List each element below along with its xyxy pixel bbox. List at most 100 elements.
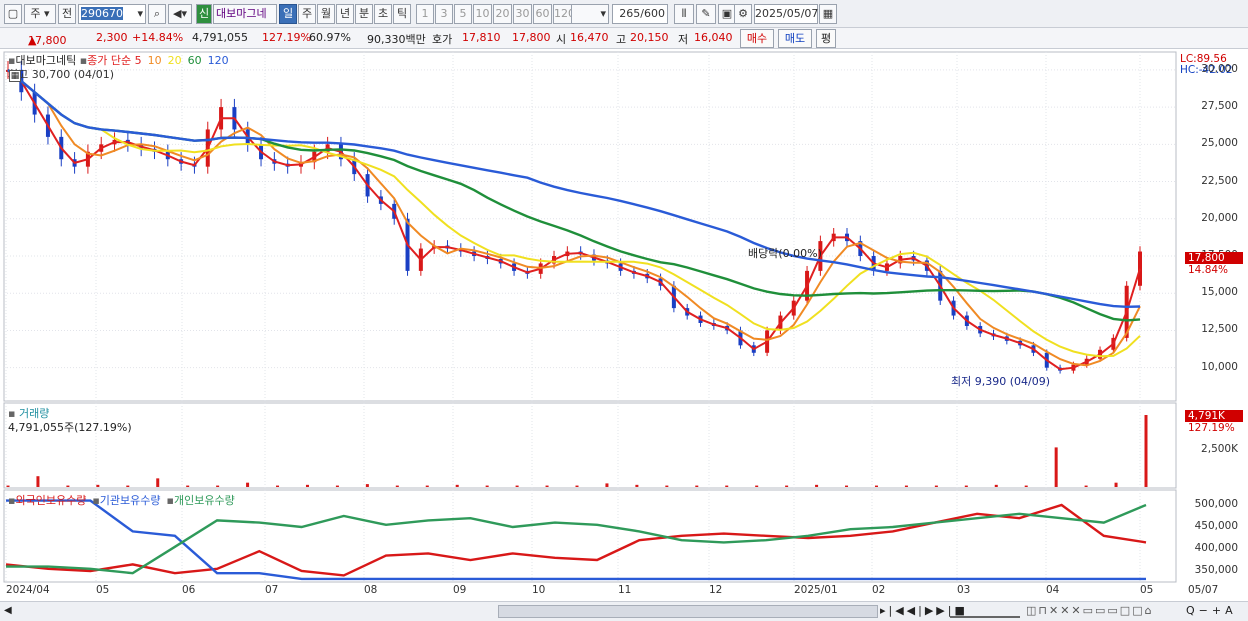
zoom-icons[interactable]: Q−+A — [1186, 604, 1237, 617]
period-tab[interactable]: 월 — [317, 4, 335, 24]
price-axis-tick: 12,500 — [1201, 323, 1238, 336]
interval-tab[interactable]: 3 — [435, 4, 453, 24]
holding-axis-tick: 500,000 — [1194, 498, 1238, 510]
ma-legend-item: 10 — [147, 54, 162, 67]
volume-bar — [665, 485, 669, 487]
grid-toggle-icon[interactable]: ▦ — [9, 70, 21, 82]
volume-bar — [1054, 447, 1058, 487]
volume-bar — [725, 485, 729, 487]
volume-bar — [934, 485, 938, 487]
ma-legend-item: 60 — [187, 54, 202, 67]
interval-tab[interactable]: 10 — [473, 4, 492, 24]
holding-axis-tick: 400,000 — [1194, 542, 1238, 554]
x-axis-label: 05 — [96, 584, 110, 596]
period-tab[interactable]: 주 — [298, 4, 316, 24]
speaker-icon[interactable]: ◀▾ — [168, 4, 192, 24]
volume-bar — [485, 485, 489, 487]
type-select-value: 주 — [30, 7, 41, 20]
volume-bar — [276, 485, 280, 487]
x-axis-label: 11 — [618, 584, 632, 596]
ask-price: 17,810 — [462, 31, 501, 44]
legend-marker-icon: ▪ — [166, 494, 174, 507]
holding-legend: ▪외국인보유수량 ▪기관보유수량 ▪개인보유수량 — [8, 492, 241, 508]
volume-bar — [455, 484, 459, 487]
price-tag: 17,800 — [1185, 252, 1243, 264]
volume-bar — [994, 484, 998, 487]
code-value: 290670 — [81, 7, 123, 20]
volume-bar — [545, 485, 549, 487]
x-axis-label: 07 — [265, 584, 279, 596]
period-tab[interactable]: 초 — [374, 4, 392, 24]
period-tab[interactable]: 일 — [279, 4, 297, 24]
x-axis-label: 12 — [709, 584, 723, 596]
pct-tag: 14.84% — [1188, 264, 1229, 276]
x-axis-label: 06 — [182, 584, 196, 596]
change-pct: +14.84% — [132, 31, 184, 44]
sell-button[interactable]: 매도 — [778, 29, 812, 48]
scroll-thumb[interactable] — [498, 605, 878, 618]
holding-legend-item: 외국인보유수량 — [15, 494, 87, 507]
holding-legend-item: 개인보유수량 — [173, 494, 235, 507]
ma-legend-item: 20 — [167, 54, 182, 67]
interval-tab[interactable]: 20 — [493, 4, 512, 24]
x-axis-label: 09 — [453, 584, 467, 596]
up-arrow-icon: ▲ — [28, 34, 37, 47]
open-price: 16,470 — [570, 31, 609, 44]
ma-legend: 5 10 20 60 120 — [135, 54, 235, 67]
volume-bar — [36, 476, 40, 487]
candle-icon[interactable]: ⫴ — [674, 4, 694, 24]
period-tab[interactable]: 틱 — [393, 4, 411, 24]
price-axis-tick: 10,000 — [1201, 360, 1238, 373]
period-tab[interactable]: 분 — [355, 4, 373, 24]
date-field[interactable]: 2025/05/07 — [754, 4, 818, 24]
scroll-left-icon[interactable]: ◀ — [4, 605, 12, 616]
tool-icons[interactable]: ◫⊓✕✕✕▭▭▭□□⌂ — [1026, 604, 1154, 617]
calendar-icon[interactable]: ▦ — [819, 4, 837, 24]
interval-tab[interactable]: 5 — [454, 4, 472, 24]
window-icon[interactable]: ▢ — [4, 4, 22, 24]
interval-tab[interactable]: 30 — [513, 4, 532, 24]
hoga-label: 호가 — [432, 33, 453, 46]
toolbar: ▢ 주 ▾ 전 290670 ▾ ⌕ ◀▾ 신 대보마그네 일주월년분초틱 13… — [0, 0, 1248, 28]
buy-button[interactable]: 매수 — [740, 29, 774, 48]
x-axis-label: 03 — [957, 584, 971, 596]
new-badge: 신 — [196, 4, 212, 24]
avg-button[interactable]: 평 — [816, 29, 836, 48]
chart-area[interactable] — [0, 50, 1248, 601]
holding-axis-tick: 350,000 — [1194, 564, 1238, 576]
code-input[interactable]: 290670 ▾ — [78, 4, 146, 24]
interval-dropdown[interactable]: ▾ — [571, 4, 609, 24]
x-axis-label: 2025/01 — [794, 584, 838, 596]
volume-bar — [755, 485, 759, 487]
bid-price: 17,800 — [512, 31, 551, 44]
volume-panel-frame — [3, 402, 1177, 489]
count-field[interactable]: 265/600 — [612, 4, 668, 24]
draw-icon[interactable]: ✎ — [696, 4, 716, 24]
volume-bar — [126, 485, 130, 487]
type-select[interactable]: 주 ▾ — [24, 4, 56, 24]
volume-bar — [815, 484, 819, 487]
volume-bar — [695, 485, 699, 487]
interval-tab[interactable]: 1 — [416, 4, 434, 24]
zoom-slider[interactable] — [950, 604, 1020, 618]
volume-bar — [96, 484, 100, 487]
price-axis-tick: 20,000 — [1201, 211, 1238, 224]
interval-tab[interactable]: 60 — [533, 4, 552, 24]
search-icon[interactable]: ⌕ — [148, 4, 166, 24]
period-tab[interactable]: 년 — [336, 4, 354, 24]
volume-bar — [515, 485, 519, 487]
count-value: 265 — [619, 7, 641, 20]
volume-bar — [335, 485, 339, 487]
open-label: 시 — [556, 33, 567, 46]
volume-bar — [425, 485, 429, 487]
gear-icon[interactable]: ⚙ — [734, 4, 752, 24]
volume-bar — [246, 482, 250, 487]
volume-bar — [605, 483, 609, 487]
volume-bar — [186, 485, 190, 487]
prev-button[interactable]: 전 — [58, 4, 76, 24]
x-axis-label: 04 — [1046, 584, 1060, 596]
quote-info-bar: 17,800 ▲ 2,300 +14.84% 4,791,055 127.19%… — [0, 28, 1248, 49]
bottom-scrollbar[interactable]: ◀ ▸|◀◀|▶▶|■ ◫⊓✕✕✕▭▭▭□□⌂ Q−+A — [0, 601, 1248, 621]
low-note: 최저 9,390 (04/09) — [951, 375, 1051, 388]
holding-legend-item: 기관보유수량 — [99, 494, 161, 507]
